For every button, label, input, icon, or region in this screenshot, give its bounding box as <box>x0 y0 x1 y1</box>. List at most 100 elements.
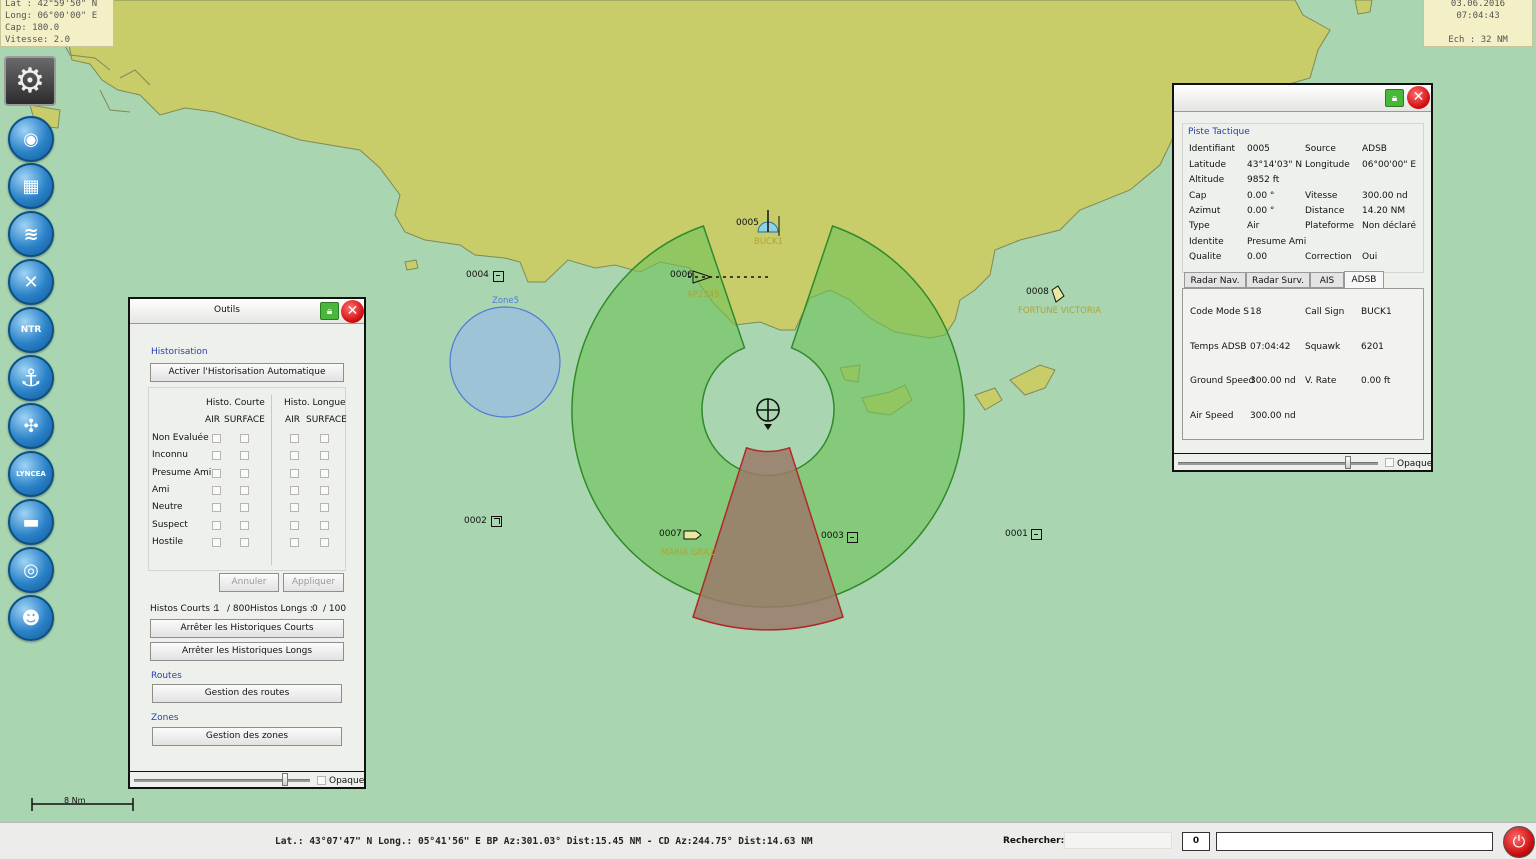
appliquer-button[interactable]: Appliquer <box>283 573 344 592</box>
piste-field-value: 0.00 ° <box>1247 206 1275 216</box>
tab-radar-nav[interactable]: Radar Nav. <box>1184 272 1246 288</box>
air-courte-checkbox[interactable] <box>212 520 221 530</box>
operator-button[interactable]: ☻ <box>8 595 54 641</box>
outils-panel-header[interactable]: Outils 🔒︎ ✕ <box>130 299 364 324</box>
air-courte-checkbox[interactable] <box>212 503 221 513</box>
adsb-field-label: Code Mode S <box>1190 307 1249 317</box>
outils-opaque-checkbox[interactable] <box>317 776 326 785</box>
col-air-longue: AIR <box>285 415 301 425</box>
tank-button[interactable]: ▬ <box>8 499 54 545</box>
piste-field-value: 0005 <box>1247 144 1270 154</box>
operator-icon: ☻ <box>21 607 41 629</box>
air-longue-checkbox[interactable] <box>290 468 299 478</box>
eye-monitor-button[interactable]: ◉ <box>8 116 54 162</box>
col-surface-longue: SURFACE <box>306 415 347 425</box>
piste-panel-header[interactable]: 🔒︎ ✕ <box>1174 85 1431 112</box>
surface-courte-checkbox[interactable] <box>240 503 249 513</box>
activate-historisation-button[interactable]: Activer l'Historisation Automatique <box>150 363 344 382</box>
track-0003-icon[interactable] <box>847 532 858 543</box>
surface-courte-checkbox[interactable] <box>240 537 249 547</box>
histos-longs-value: 0 <box>312 604 318 614</box>
outils-panel: Outils 🔒︎ ✕ Historisation Activer l'Hist… <box>128 297 366 789</box>
surface-longue-checkbox[interactable] <box>320 451 329 461</box>
surface-courte-checkbox[interactable] <box>240 520 249 530</box>
track-0001-icon[interactable] <box>1031 529 1042 540</box>
message-field <box>1216 832 1493 851</box>
piste-field-label: Azimut <box>1189 206 1221 216</box>
stop-longs-button[interactable]: Arrêter les Historiques Longs <box>150 642 344 661</box>
air-courte-checkbox[interactable] <box>212 451 221 461</box>
surface-courte-checkbox[interactable] <box>240 485 249 495</box>
air-longue-checkbox[interactable] <box>290 451 299 461</box>
surface-longue-checkbox[interactable] <box>320 520 329 530</box>
air-longue-checkbox[interactable] <box>290 520 299 530</box>
building-map-button[interactable]: ▦ <box>8 163 54 209</box>
piste-field-value: 9852 ft <box>1247 175 1280 185</box>
surface-longue-checkbox[interactable] <box>320 537 329 547</box>
surface-longue-checkbox[interactable] <box>320 434 329 443</box>
gestion-zones-button[interactable]: Gestion des zones <box>152 727 342 746</box>
histo-row-label: Ami <box>152 484 170 495</box>
search-input[interactable] <box>1064 832 1172 849</box>
stop-courts-button[interactable]: Arrêter les Historiques Courts <box>150 619 344 638</box>
tools-icon: ✕ <box>23 271 39 293</box>
ntr-button[interactable]: NTR <box>8 307 54 353</box>
camera-button[interactable]: ◎ <box>8 547 54 593</box>
surface-longue-checkbox[interactable] <box>320 468 329 478</box>
adsb-field-value: 300.00 nd <box>1250 411 1296 421</box>
adsb-field-label: V. Rate <box>1305 376 1337 386</box>
air-courte-checkbox[interactable] <box>212 485 221 495</box>
ownship-cap: Cap: 180.0 <box>5 23 60 33</box>
zones-title: Zones <box>151 713 179 723</box>
island <box>404 259 419 271</box>
settings-gear-button[interactable]: ⚙ <box>4 56 56 106</box>
tools-button[interactable]: ✕ <box>8 259 54 305</box>
piste-field-value: Non déclaré <box>1362 221 1417 231</box>
ntr-route-icon: NTR <box>20 325 42 335</box>
track-0004-icon[interactable] <box>493 271 504 282</box>
outils-opacity-thumb[interactable] <box>282 773 288 786</box>
piste-field-label: Identifiant <box>1189 144 1236 154</box>
gestion-routes-button[interactable]: Gestion des routes <box>152 684 342 703</box>
surface-courte-checkbox[interactable] <box>240 468 249 478</box>
air-longue-checkbox[interactable] <box>290 503 299 513</box>
surface-courte-checkbox[interactable] <box>240 434 249 443</box>
zone-circle[interactable] <box>449 306 561 418</box>
piste-field-label: Distance <box>1305 206 1345 216</box>
surface-longue-checkbox[interactable] <box>320 485 329 495</box>
anchor-button[interactable]: ⚓ <box>8 355 54 401</box>
air-courte-checkbox[interactable] <box>212 434 221 443</box>
track-0007-id: 0007 <box>659 529 682 539</box>
piste-lock-button[interactable]: 🔒︎ <box>1385 89 1404 107</box>
tab-adsb[interactable]: ADSB <box>1344 271 1384 288</box>
air-longue-checkbox[interactable] <box>290 537 299 547</box>
track-0002-icon[interactable] <box>491 516 502 527</box>
air-courte-checkbox[interactable] <box>212 537 221 547</box>
histos-longs-max: / 100 <box>323 604 347 614</box>
piste-opaque-checkbox[interactable] <box>1385 458 1394 467</box>
air-longue-checkbox[interactable] <box>290 434 299 443</box>
track-0002-id: 0002 <box>464 516 487 526</box>
lyncea-button[interactable]: LYNCEA <box>8 451 54 497</box>
outils-close-button[interactable]: ✕ <box>341 300 364 323</box>
histo-row-label: Neutre <box>152 502 183 513</box>
air-longue-checkbox[interactable] <box>290 485 299 495</box>
piste-field-label: Longitude <box>1305 160 1350 170</box>
histo-row-label: Non Evaluée <box>152 433 209 443</box>
annuler-button[interactable]: Annuler <box>219 573 279 592</box>
layers-button[interactable]: ≋ <box>8 211 54 257</box>
compass-button[interactable]: ✣ <box>8 403 54 449</box>
outils-lock-button[interactable]: 🔒︎ <box>320 302 339 320</box>
surface-courte-checkbox[interactable] <box>240 451 249 461</box>
surface-longue-checkbox[interactable] <box>320 503 329 513</box>
track-0006-name: AP2345 <box>687 290 720 300</box>
power-button[interactable]: ⏻ <box>1503 826 1535 858</box>
air-courte-checkbox[interactable] <box>212 468 221 478</box>
tab-ais[interactable]: AIS <box>1310 272 1344 288</box>
piste-opacity-thumb[interactable] <box>1345 456 1351 469</box>
adsb-field-value: 300.00 nd <box>1250 376 1296 386</box>
tab-radar-surv[interactable]: Radar Surv. <box>1246 272 1310 288</box>
piste-close-button[interactable]: ✕ <box>1407 86 1430 109</box>
routes-title: Routes <box>151 671 182 681</box>
ownship-info: Lat : 42°59'50" N Long: 06°00'00" E Cap:… <box>0 0 114 47</box>
